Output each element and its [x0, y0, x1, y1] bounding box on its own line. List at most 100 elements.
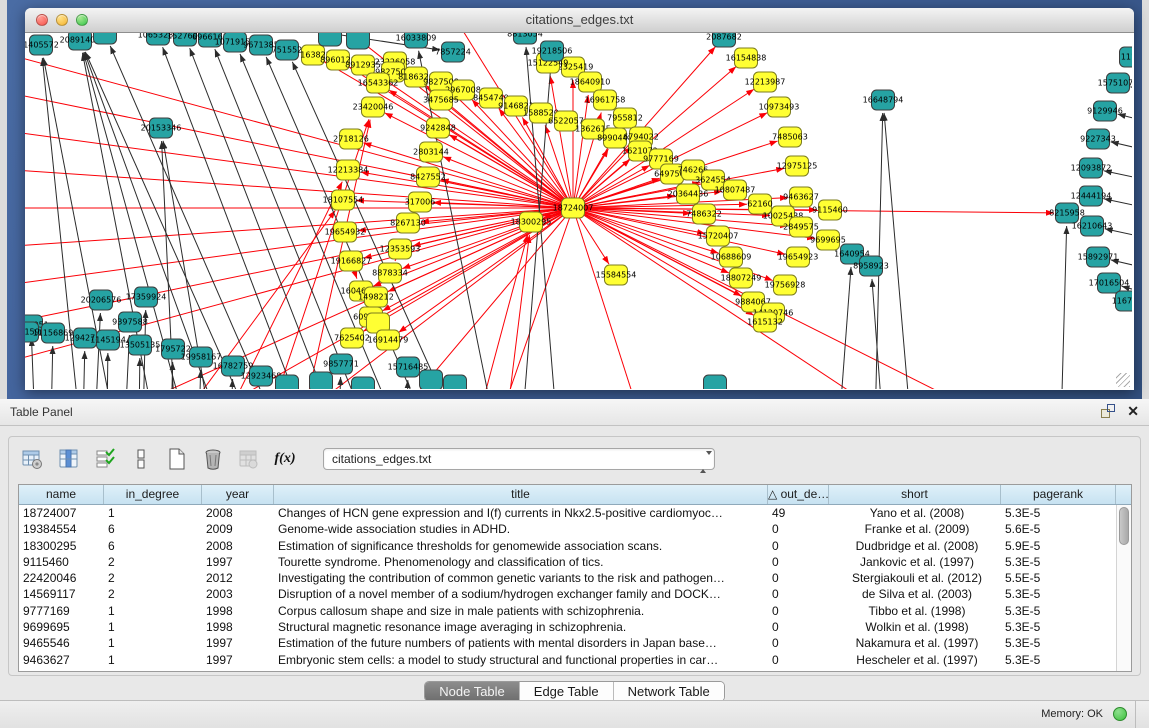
vertical-scrollbar[interactable] — [1116, 505, 1131, 672]
table-row[interactable]: 1456911722003Disruption of a novel membe… — [19, 586, 1131, 602]
network-canvas[interactable]: 1872400771638228960128891293523226058982… — [25, 33, 1132, 389]
graph-node[interactable]: 9397588 — [112, 312, 148, 332]
scrollbar-thumb[interactable] — [1119, 507, 1129, 545]
function-builder-icon[interactable]: f(x) — [273, 447, 297, 471]
graph-node-label: 15720407 — [698, 232, 739, 241]
graph-node[interactable] — [704, 375, 727, 389]
table-row[interactable]: 946554611997Estimation of the future num… — [19, 635, 1131, 651]
graph-node[interactable]: 9115460 — [812, 200, 848, 220]
table-row[interactable]: 1872400712008Changes of HCN gene express… — [19, 505, 1131, 521]
graph-node[interactable]: 17016504 — [1089, 273, 1130, 293]
graph-node[interactable] — [444, 375, 467, 389]
graph-node[interactable]: 9857771 — [323, 354, 359, 374]
column-header-4[interactable]: △ out_de… — [768, 485, 829, 504]
column-header-1[interactable]: in_degree — [104, 485, 202, 504]
graph-node[interactable]: 16033809 — [396, 33, 437, 48]
tab-node-table[interactable]: Node Table — [425, 682, 520, 701]
graph-node[interactable]: 116755 — [1112, 291, 1132, 311]
graph-node[interactable]: 12975125 — [777, 156, 818, 176]
graph-node[interactable] — [94, 33, 117, 44]
graph-node[interactable]: 8427552 — [410, 167, 446, 187]
graph-node[interactable]: 1112 — [1120, 47, 1133, 67]
show-columns-icon[interactable] — [57, 447, 81, 471]
graph-node[interactable]: 2803144 — [413, 142, 449, 162]
column-checklist-icon[interactable] — [93, 447, 117, 471]
graph-node[interactable]: 19756928 — [765, 275, 806, 295]
graph-node[interactable]: 1405572 — [25, 35, 59, 55]
table-row[interactable]: 1938455462009Genome-wide association stu… — [19, 521, 1131, 537]
table-row[interactable]: 946362711997Embryonic stem cells: a mode… — [19, 652, 1131, 668]
table-row[interactable]: 911546021997Tourette syndrome. Phenomeno… — [19, 554, 1131, 570]
graph-node[interactable]: 2087682 — [706, 33, 742, 47]
graph-node[interactable]: 16154838 — [726, 48, 767, 68]
graph-node[interactable]: 12093872 — [1071, 158, 1112, 178]
graph-node[interactable]: 12213987 — [745, 72, 786, 92]
memory-status-indicator[interactable] — [1113, 707, 1127, 721]
column-header-6[interactable]: pagerank — [1001, 485, 1116, 504]
graph-node[interactable]: 751552 — [272, 40, 303, 60]
graph-node[interactable]: 16648794 — [863, 90, 904, 110]
zoom-button[interactable] — [76, 14, 88, 26]
network-window[interactable]: citations_edges.txt 18724007716382289601… — [25, 8, 1134, 390]
table-row[interactable]: 1830029562008Estimation of significance … — [19, 538, 1131, 554]
column-header-0[interactable]: name — [19, 485, 104, 504]
graph-node[interactable]: 17359924 — [126, 287, 167, 307]
citation-graph[interactable]: 1872400771638228960128891293523226058982… — [25, 33, 1132, 389]
graph-node[interactable]: 8813054 — [507, 33, 543, 44]
minimize-button[interactable] — [56, 14, 68, 26]
table-cell: 19384554 — [19, 521, 104, 537]
graph-node[interactable]: 7485063 — [772, 127, 808, 147]
graph-node[interactable]: 7486322 — [686, 204, 722, 224]
graph-node[interactable]: 12353593 — [380, 239, 421, 259]
graph-node[interactable]: 10688609 — [711, 247, 752, 267]
graph-node[interactable]: 9463627 — [783, 187, 819, 207]
tab-edge-table[interactable]: Edge Table — [520, 682, 614, 701]
graph-node[interactable] — [352, 377, 375, 389]
tab-network-table[interactable]: Network Table — [614, 682, 724, 701]
close-icon[interactable]: ✕ — [1127, 404, 1139, 418]
graph-node[interactable]: 317006 — [405, 192, 436, 212]
table-row[interactable]: 2242004622012Investigating the contribut… — [19, 570, 1131, 586]
graph-node[interactable]: 9227343 — [1080, 129, 1116, 149]
graph-node[interactable]: 8215958 — [1049, 203, 1085, 223]
column-header-5[interactable]: short — [829, 485, 1001, 504]
graph-node[interactable]: 8878334 — [372, 263, 408, 283]
graph-node[interactable] — [276, 375, 299, 389]
table-selector-dropdown[interactable]: citations_edges.txt — [323, 448, 715, 470]
graph-node[interactable] — [347, 33, 370, 49]
table-row[interactable]: 977716911998Corpus callosum shape and si… — [19, 603, 1131, 619]
table-row[interactable]: 969969511998Structural magnetic resonanc… — [19, 619, 1131, 635]
table-settings-icon[interactable] — [21, 447, 45, 471]
graph-node[interactable]: 12444194 — [1071, 186, 1112, 206]
graph-node[interactable]: 12213384 — [328, 160, 369, 180]
delete-table-icon[interactable] — [237, 447, 261, 471]
graph-node-label: 16033809 — [396, 34, 437, 43]
graph-node[interactable]: 7857224 — [435, 42, 471, 62]
new-table-icon[interactable] — [165, 447, 189, 471]
float-window-icon[interactable] — [1101, 404, 1115, 418]
graph-node[interactable]: 15892971 — [1078, 247, 1119, 267]
table-cell: 5.3E-5 — [1001, 635, 1116, 651]
row-height-icon[interactable] — [129, 447, 153, 471]
close-button[interactable] — [36, 14, 48, 26]
graph-node[interactable]: 15584554 — [596, 265, 637, 285]
graph-node[interactable]: 16961758 — [585, 90, 626, 110]
graph-node[interactable]: 15751074 — [1098, 73, 1132, 93]
graph-node[interactable]: 19654923 — [778, 247, 819, 267]
resize-grip-icon[interactable] — [1116, 373, 1130, 387]
graph-node-label: 17359924 — [126, 293, 167, 302]
column-header-2[interactable]: year — [202, 485, 274, 504]
graph-node[interactable]: 19654932 — [325, 222, 366, 242]
graph-node[interactable]: 2718126 — [333, 129, 369, 149]
column-header-3[interactable]: title — [274, 485, 768, 504]
graph-node-label: 12444194 — [1071, 192, 1112, 201]
graph-node[interactable] — [420, 370, 443, 389]
network-window-titlebar[interactable]: citations_edges.txt — [25, 8, 1134, 33]
graph-node[interactable] — [310, 372, 333, 389]
graph-node[interactable]: 8267130 — [390, 213, 426, 233]
graph-node[interactable]: 9129946 — [1087, 101, 1123, 121]
graph-node[interactable] — [319, 33, 342, 46]
graph-node[interactable]: 7955812 — [607, 108, 643, 128]
delete-entries-icon[interactable] — [201, 447, 225, 471]
graph-node-label: 12213987 — [745, 78, 786, 87]
